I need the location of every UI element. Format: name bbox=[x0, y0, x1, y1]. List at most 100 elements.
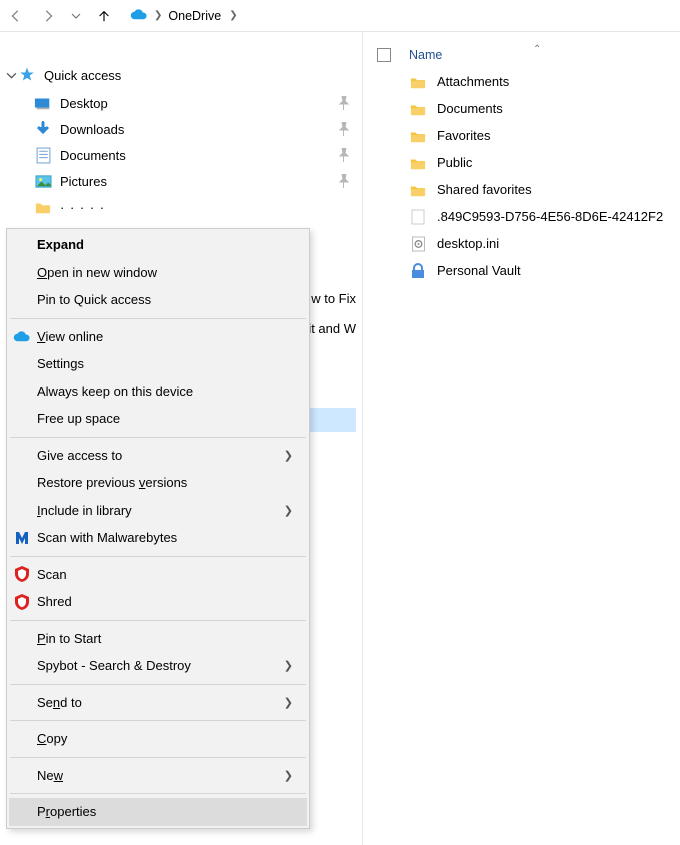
context-menu-item[interactable]: Settings bbox=[9, 350, 307, 378]
context-menu-item-label: Settings bbox=[37, 356, 84, 371]
folder-icon bbox=[409, 100, 427, 118]
context-menu-separator bbox=[10, 757, 306, 758]
context-menu-item[interactable]: Scan bbox=[9, 561, 307, 589]
context-menu-separator bbox=[10, 793, 306, 794]
chevron-right-icon[interactable]: ❯ bbox=[227, 10, 239, 21]
sidebar-item-documents[interactable]: Documents bbox=[4, 142, 362, 168]
context-menu-item[interactable]: Shred bbox=[9, 588, 307, 616]
recent-dropdown[interactable] bbox=[70, 6, 82, 26]
sidebar-item-label: Desktop bbox=[60, 96, 326, 111]
file-row[interactable]: desktop.ini bbox=[363, 230, 680, 257]
context-menu-item[interactable]: Pin to Start bbox=[9, 625, 307, 653]
chevron-right-icon: ❯ bbox=[284, 659, 293, 672]
context-menu-item-label: Open in new window bbox=[37, 265, 157, 280]
context-menu-item[interactable]: Pin to Quick access bbox=[9, 286, 307, 314]
context-menu-separator bbox=[10, 556, 306, 557]
file-name: Attachments bbox=[437, 74, 509, 89]
file-name: Favorites bbox=[437, 128, 490, 143]
context-menu-item[interactable]: Open in new window bbox=[9, 259, 307, 287]
onedrive-cloud-icon bbox=[130, 8, 148, 23]
chevron-right-icon: ❯ bbox=[152, 10, 164, 21]
context-menu-item[interactable]: Include in library ❯ bbox=[9, 497, 307, 525]
up-button[interactable] bbox=[94, 6, 114, 26]
file-row[interactable]: Public bbox=[363, 149, 680, 176]
context-menu-item-label: New bbox=[37, 768, 63, 783]
file-name: Personal Vault bbox=[437, 263, 521, 278]
sidebar-item-obscured-tail[interactable]: w to Fix bbox=[311, 286, 356, 310]
pin-icon bbox=[326, 174, 362, 188]
context-menu-item[interactable]: Expand bbox=[9, 231, 307, 259]
mcafee-icon bbox=[13, 565, 31, 583]
context-menu: Expand Open in new window Pin to Quick acc… bbox=[6, 228, 310, 829]
context-menu-item[interactable]: Free up space bbox=[9, 405, 307, 433]
file-row[interactable]: Favorites bbox=[363, 122, 680, 149]
context-menu-item-label: Pin to Quick access bbox=[37, 292, 151, 307]
sidebar-item-icon bbox=[34, 172, 52, 190]
name-column-header[interactable]: Name bbox=[409, 48, 442, 62]
file-row[interactable]: Shared favorites bbox=[363, 176, 680, 203]
file-name: Documents bbox=[437, 101, 503, 116]
chevron-right-icon: ❯ bbox=[284, 449, 293, 462]
address-bar: ❯ OneDrive ❯ bbox=[0, 0, 680, 32]
sidebar-item-icon bbox=[34, 94, 52, 112]
context-menu-item[interactable]: Spybot - Search & Destroy❯ bbox=[9, 652, 307, 680]
chevron-right-icon: ❯ bbox=[284, 504, 293, 517]
context-menu-separator bbox=[10, 437, 306, 438]
sidebar-item-label: Downloads bbox=[60, 122, 326, 137]
file-row[interactable]: Personal Vault bbox=[363, 257, 680, 284]
forward-button[interactable] bbox=[38, 6, 58, 26]
file-name: .849C9593-D756-4E56-8D6E-42412F2 bbox=[437, 209, 663, 224]
context-menu-item[interactable]: New ❯ bbox=[9, 762, 307, 790]
context-menu-item[interactable]: Send to❯ bbox=[9, 689, 307, 717]
context-menu-item[interactable]: Always keep on this device bbox=[9, 378, 307, 406]
file-icon bbox=[409, 208, 427, 226]
mcafee-icon bbox=[13, 593, 31, 611]
sidebar-item-obscured-tail[interactable]: it and W bbox=[308, 316, 356, 340]
select-all-checkbox[interactable] bbox=[377, 48, 391, 62]
context-menu-item[interactable]: Restore previous versions bbox=[9, 469, 307, 497]
file-row[interactable]: .849C9593-D756-4E56-8D6E-42412F2 bbox=[363, 203, 680, 230]
file-list-panel[interactable]: Name ⌃ Attachments Documents Favorites Publ… bbox=[363, 32, 680, 845]
sidebar-item-icon bbox=[34, 146, 52, 164]
folder-icon bbox=[34, 198, 52, 216]
column-header-row[interactable]: Name ⌃ bbox=[363, 42, 680, 68]
mwb-icon bbox=[13, 529, 31, 547]
file-row[interactable]: Attachments bbox=[363, 68, 680, 95]
folder-icon bbox=[409, 154, 427, 172]
sidebar-item-label: Documents bbox=[60, 148, 326, 163]
folder-icon bbox=[409, 181, 427, 199]
chevron-right-icon: ❯ bbox=[284, 769, 293, 782]
context-menu-item-label: Include in library bbox=[37, 503, 132, 518]
context-menu-item[interactable]: View online bbox=[9, 323, 307, 351]
context-menu-item-label: Expand bbox=[37, 237, 84, 252]
quick-access-label: Quick access bbox=[44, 68, 362, 83]
back-button[interactable] bbox=[6, 6, 26, 26]
context-menu-item-label: Restore previous versions bbox=[37, 475, 187, 490]
chevron-down-icon[interactable] bbox=[4, 68, 18, 82]
sidebar-item-downloads[interactable]: Downloads bbox=[4, 116, 362, 142]
sidebar-item-obscured[interactable]: · · · · · bbox=[4, 194, 362, 220]
context-menu-item-label: Shred bbox=[37, 594, 72, 609]
sidebar-item-desktop[interactable]: Desktop bbox=[4, 90, 362, 116]
context-menu-item[interactable]: Give access to❯ bbox=[9, 442, 307, 470]
context-menu-item-label: Properties bbox=[37, 804, 96, 819]
context-menu-item[interactable]: Properties bbox=[9, 798, 307, 826]
file-name: desktop.ini bbox=[437, 236, 499, 251]
context-menu-item-label: Scan bbox=[37, 567, 67, 582]
context-menu-item-label: View online bbox=[37, 329, 103, 344]
breadcrumb[interactable]: ❯ OneDrive ❯ bbox=[126, 4, 244, 28]
pin-icon bbox=[326, 96, 362, 110]
folder-icon bbox=[409, 127, 427, 145]
quick-access-header[interactable]: Quick access bbox=[4, 62, 362, 88]
context-menu-item[interactable]: Scan with Malwarebytes bbox=[9, 524, 307, 552]
context-menu-item[interactable]: Copy bbox=[9, 725, 307, 753]
context-menu-separator bbox=[10, 620, 306, 621]
selected-tree-item-obscured[interactable] bbox=[303, 408, 356, 432]
cloud-icon bbox=[13, 327, 31, 345]
ini-icon bbox=[409, 235, 427, 253]
context-menu-item-label: Free up space bbox=[37, 411, 120, 426]
sidebar-item-pictures[interactable]: Pictures bbox=[4, 168, 362, 194]
chevron-right-icon: ❯ bbox=[284, 696, 293, 709]
file-row[interactable]: Documents bbox=[363, 95, 680, 122]
breadcrumb-label[interactable]: OneDrive bbox=[168, 9, 221, 23]
